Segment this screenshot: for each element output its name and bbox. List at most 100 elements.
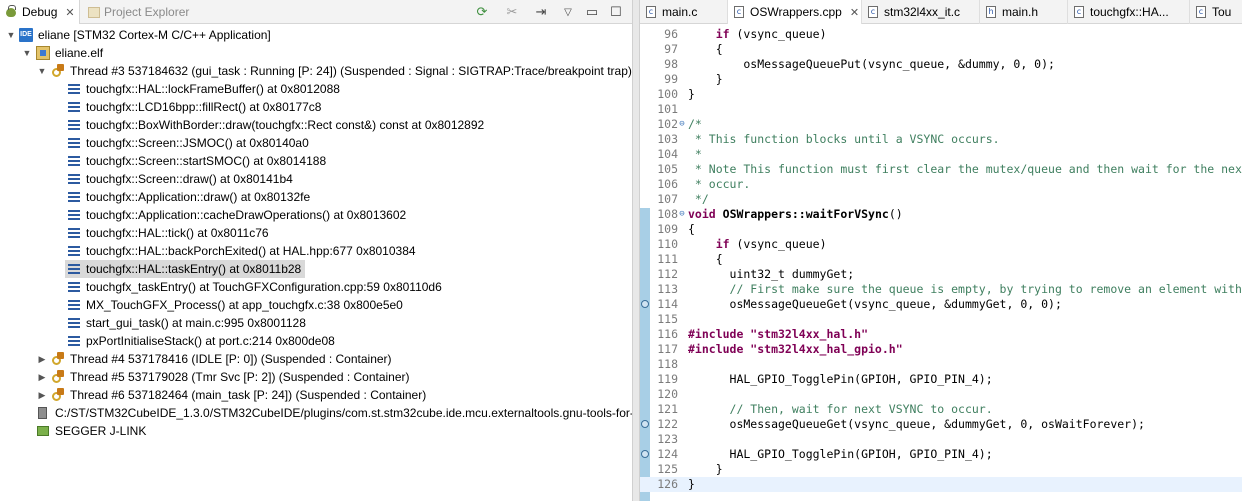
code-line: 99 } xyxy=(664,72,723,86)
tab-stm32l4xx-it-c[interactable]: c stm32l4xx_it.c xyxy=(862,0,980,24)
resume-icon[interactable]: ⟳ xyxy=(472,3,492,21)
tab-main-h[interactable]: h main.h xyxy=(980,0,1068,24)
stack-frame[interactable]: touchgfx::LCD16bpp::fillRect() at 0x8017… xyxy=(67,98,321,116)
fold-icon[interactable]: ⊖ xyxy=(678,117,686,132)
maximize-icon[interactable]: ☐ xyxy=(608,3,624,21)
tree-item-thread-3[interactable]: Thread #3 537184632 (gui_task : Running … xyxy=(51,62,632,80)
view-splitter[interactable] xyxy=(632,0,640,501)
view-menu-icon[interactable]: ▽ xyxy=(560,3,576,21)
tab-overflow[interactable]: c Tou xyxy=(1190,0,1242,24)
collapse-arrow-icon[interactable]: ▶ xyxy=(38,368,46,386)
stack-frame-icon xyxy=(67,154,81,168)
stack-frame-icon xyxy=(67,280,81,294)
fold-icon[interactable]: ⊖ xyxy=(678,207,686,222)
stack-frame[interactable]: pxPortInitialiseStack() at port.c:214 0x… xyxy=(67,332,335,350)
stack-frame-icon xyxy=(67,100,81,114)
minimize-icon[interactable]: ▭ xyxy=(584,3,600,21)
code-line: 114 osMessageQueueGet(vsync_queue, &dumm… xyxy=(640,297,1242,312)
code-line: 98 osMessageQueuePut(vsync_queue, &dummy… xyxy=(664,57,1055,71)
stack-frame[interactable]: touchgfx::Screen::startSMOC() at 0x80141… xyxy=(67,152,326,170)
thread-icon xyxy=(51,370,65,384)
stack-frame-icon xyxy=(67,136,81,150)
close-icon[interactable]: ✕ xyxy=(65,6,74,19)
tab-debug[interactable]: Debug ✕ xyxy=(0,0,80,24)
stack-frame-label: touchgfx::Screen::startSMOC() at 0x80141… xyxy=(86,154,327,168)
code-line: 124 HAL_GPIO_TogglePin(GPIOH, GPIO_PIN_4… xyxy=(640,447,1242,462)
stack-frame[interactable]: touchgfx::HAL::tick() at 0x8011c76 xyxy=(67,224,269,242)
stack-frame-label: touchgfx::Application::cacheDrawOperatio… xyxy=(86,208,407,222)
c-file-icon: c xyxy=(646,6,656,18)
tab-oswrappers-cpp[interactable]: c OSWrappers.cpp ✕ xyxy=(728,0,862,24)
tree-item-thread-5[interactable]: Thread #5 537179028 (Tmr Svc [P: 2]) (Su… xyxy=(51,368,410,386)
disconnect-icon[interactable]: ✂ xyxy=(502,3,522,21)
thread-icon xyxy=(51,352,65,366)
tree-item-label: Thread #3 537184632 (gui_task : Running … xyxy=(70,64,632,78)
tab-label: stm32l4xx_it.c xyxy=(884,5,961,19)
stack-frame[interactable]: touchgfx::Screen::draw() at 0x80141b4 xyxy=(67,170,293,188)
expand-arrow-icon[interactable]: ▼ xyxy=(38,62,47,80)
stack-frame-icon xyxy=(67,298,81,312)
tab-main-c[interactable]: c main.c xyxy=(640,0,728,24)
tree-item-launch[interactable]: IDE eliane [STM32 Cortex-M C/C++ Applica… xyxy=(19,26,271,44)
stack-frame-label: start_gui_task() at main.c:995 0x8001128 xyxy=(86,316,306,330)
tab-touchgfx-hal[interactable]: c touchgfx::HA... xyxy=(1068,0,1190,24)
tree-item-label: C:/ST/STM32CubeIDE_1.3.0/STM32CubeIDE/pl… xyxy=(55,406,632,420)
tab-project-explorer[interactable]: Project Explorer xyxy=(80,0,210,24)
tree-item-segger[interactable]: SEGGER J-LINK xyxy=(36,422,146,440)
stack-frame-icon xyxy=(67,244,81,258)
tree-item-executable-path[interactable]: C:/ST/STM32CubeIDE_1.3.0/STM32CubeIDE/pl… xyxy=(36,404,632,422)
stack-frame-label: pxPortInitialiseStack() at port.c:214 0x… xyxy=(86,334,335,348)
segger-icon xyxy=(36,424,50,438)
tab-label: touchgfx::HA... xyxy=(1090,5,1169,19)
stack-frame[interactable]: MX_TouchGFX_Process() at app_touchgfx.c:… xyxy=(67,296,403,314)
stack-frame[interactable]: touchgfx::HAL::lockFrameBuffer() at 0x80… xyxy=(67,80,340,98)
thread-icon xyxy=(51,388,65,402)
code-line-current: 126} xyxy=(640,477,1242,492)
stack-frame[interactable]: touchgfx_taskEntry() at TouchGFXConfigur… xyxy=(67,278,442,296)
code-line: 113 // First make sure the queue is empt… xyxy=(657,282,1242,296)
c-file-icon: c xyxy=(1196,6,1206,18)
step-icon[interactable]: ⇥ xyxy=(531,3,551,21)
tree-item-elf[interactable]: eliane.elf xyxy=(36,44,103,62)
project-explorer-icon xyxy=(88,6,100,18)
tab-label: main.h xyxy=(1002,5,1039,19)
stack-frame-label: touchgfx::LCD16bpp::fillRect() at 0x8017… xyxy=(86,100,322,114)
cpp-file-icon: c xyxy=(734,6,744,18)
code-line: 115 xyxy=(657,312,678,326)
stack-frame-icon xyxy=(67,226,81,240)
stack-frame-label: touchgfx::HAL::tick() at 0x8011c76 xyxy=(86,226,269,240)
stack-frame-label: touchgfx_taskEntry() at TouchGFXConfigur… xyxy=(86,280,442,294)
tab-label: Tou xyxy=(1212,5,1232,19)
stack-frame-label: MX_TouchGFX_Process() at app_touchgfx.c:… xyxy=(86,298,403,312)
tree-item-thread-6[interactable]: Thread #6 537182464 (main_task [P: 24]) … xyxy=(51,386,426,404)
stack-frame-icon xyxy=(67,208,81,222)
stack-frame-label: touchgfx::Screen::draw() at 0x80141b4 xyxy=(86,172,293,186)
stack-frame-icon xyxy=(67,82,81,96)
tree-item-label: Thread #5 537179028 (Tmr Svc [P: 2]) (Su… xyxy=(70,370,410,384)
tab-label: main.c xyxy=(662,5,698,19)
stack-frame[interactable]: touchgfx::HAL::backPorchExited() at HAL.… xyxy=(67,242,416,260)
c-file-icon: c xyxy=(1074,6,1084,18)
stack-frame[interactable]: touchgfx::Screen::JSMOC() at 0x80140a0 xyxy=(67,134,309,152)
stack-frame[interactable]: start_gui_task() at main.c:995 0x8001128 xyxy=(67,314,306,332)
stack-frame-icon xyxy=(67,172,81,186)
tab-label: OSWrappers.cpp xyxy=(750,5,842,19)
collapse-arrow-icon[interactable]: ▶ xyxy=(38,350,46,368)
close-icon[interactable]: ✕ xyxy=(850,6,859,19)
stack-frame-label: touchgfx::Application::draw() at 0x80132… xyxy=(86,190,311,204)
stack-frame[interactable]: touchgfx::BoxWithBorder::draw(touchgfx::… xyxy=(67,116,484,134)
stack-frame-selected[interactable]: touchgfx::HAL::taskEntry() at 0x8011b28 xyxy=(65,260,305,278)
stack-frame[interactable]: touchgfx::Application::draw() at 0x80132… xyxy=(67,188,310,206)
collapse-arrow-icon[interactable]: ▶ xyxy=(38,386,46,404)
stack-frame-label: touchgfx::HAL::backPorchExited() at HAL.… xyxy=(86,244,416,258)
tree-item-thread-4[interactable]: Thread #4 537178416 (IDLE [P: 0]) (Suspe… xyxy=(51,350,392,368)
stack-frame-icon xyxy=(67,316,81,330)
expand-arrow-icon[interactable]: ▼ xyxy=(7,26,16,44)
code-line: 117 #include "stm32l4xx_hal_gpio.h" xyxy=(657,342,903,356)
stack-frame-icon xyxy=(67,334,81,348)
code-line: 122 osMessageQueueGet(vsync_queue, &dumm… xyxy=(640,417,1242,432)
debug-icon xyxy=(4,5,18,19)
stack-frame[interactable]: touchgfx::Application::cacheDrawOperatio… xyxy=(67,206,406,224)
expand-arrow-icon[interactable]: ▼ xyxy=(23,44,32,62)
code-line: 119 HAL_GPIO_TogglePin(GPIOH, GPIO_PIN_4… xyxy=(657,372,993,386)
